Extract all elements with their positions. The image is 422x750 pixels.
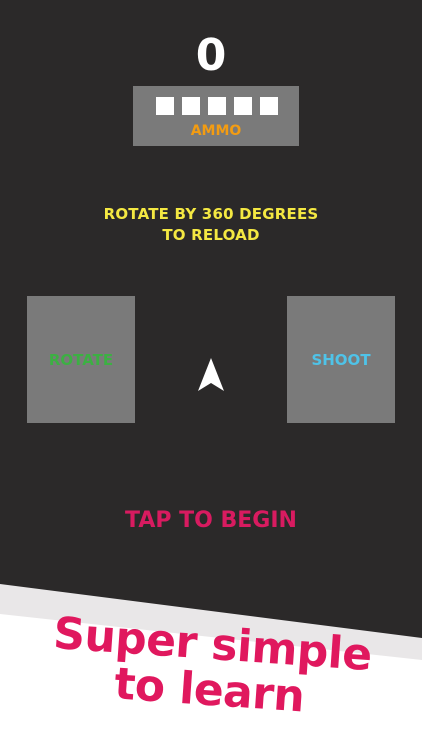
shoot-button-label: SHOOT (311, 350, 371, 369)
instruction-line-1: ROTATE BY 360 DEGREES (103, 205, 319, 223)
reload-instruction: ROTATE BY 360 DEGREES TO RELOAD (0, 204, 422, 246)
rotate-button-label: ROTATE (48, 350, 114, 369)
ammo-slot (234, 97, 252, 115)
ammo-slots (156, 97, 278, 115)
rotate-button[interactable]: ROTATE (27, 296, 135, 423)
ammo-label: AMMO (190, 123, 242, 139)
arrow-ship-icon (198, 358, 224, 391)
instruction-line-2: TO RELOAD (162, 226, 260, 244)
tap-to-begin[interactable]: TAP TO BEGIN (0, 508, 422, 533)
ammo-slot (156, 97, 174, 115)
ammo-panel: AMMO (133, 86, 299, 146)
ammo-slot (182, 97, 200, 115)
shoot-button[interactable]: SHOOT (287, 296, 395, 423)
ammo-slot (260, 97, 278, 115)
ammo-slot (208, 97, 226, 115)
score-display: 0 (195, 30, 227, 81)
